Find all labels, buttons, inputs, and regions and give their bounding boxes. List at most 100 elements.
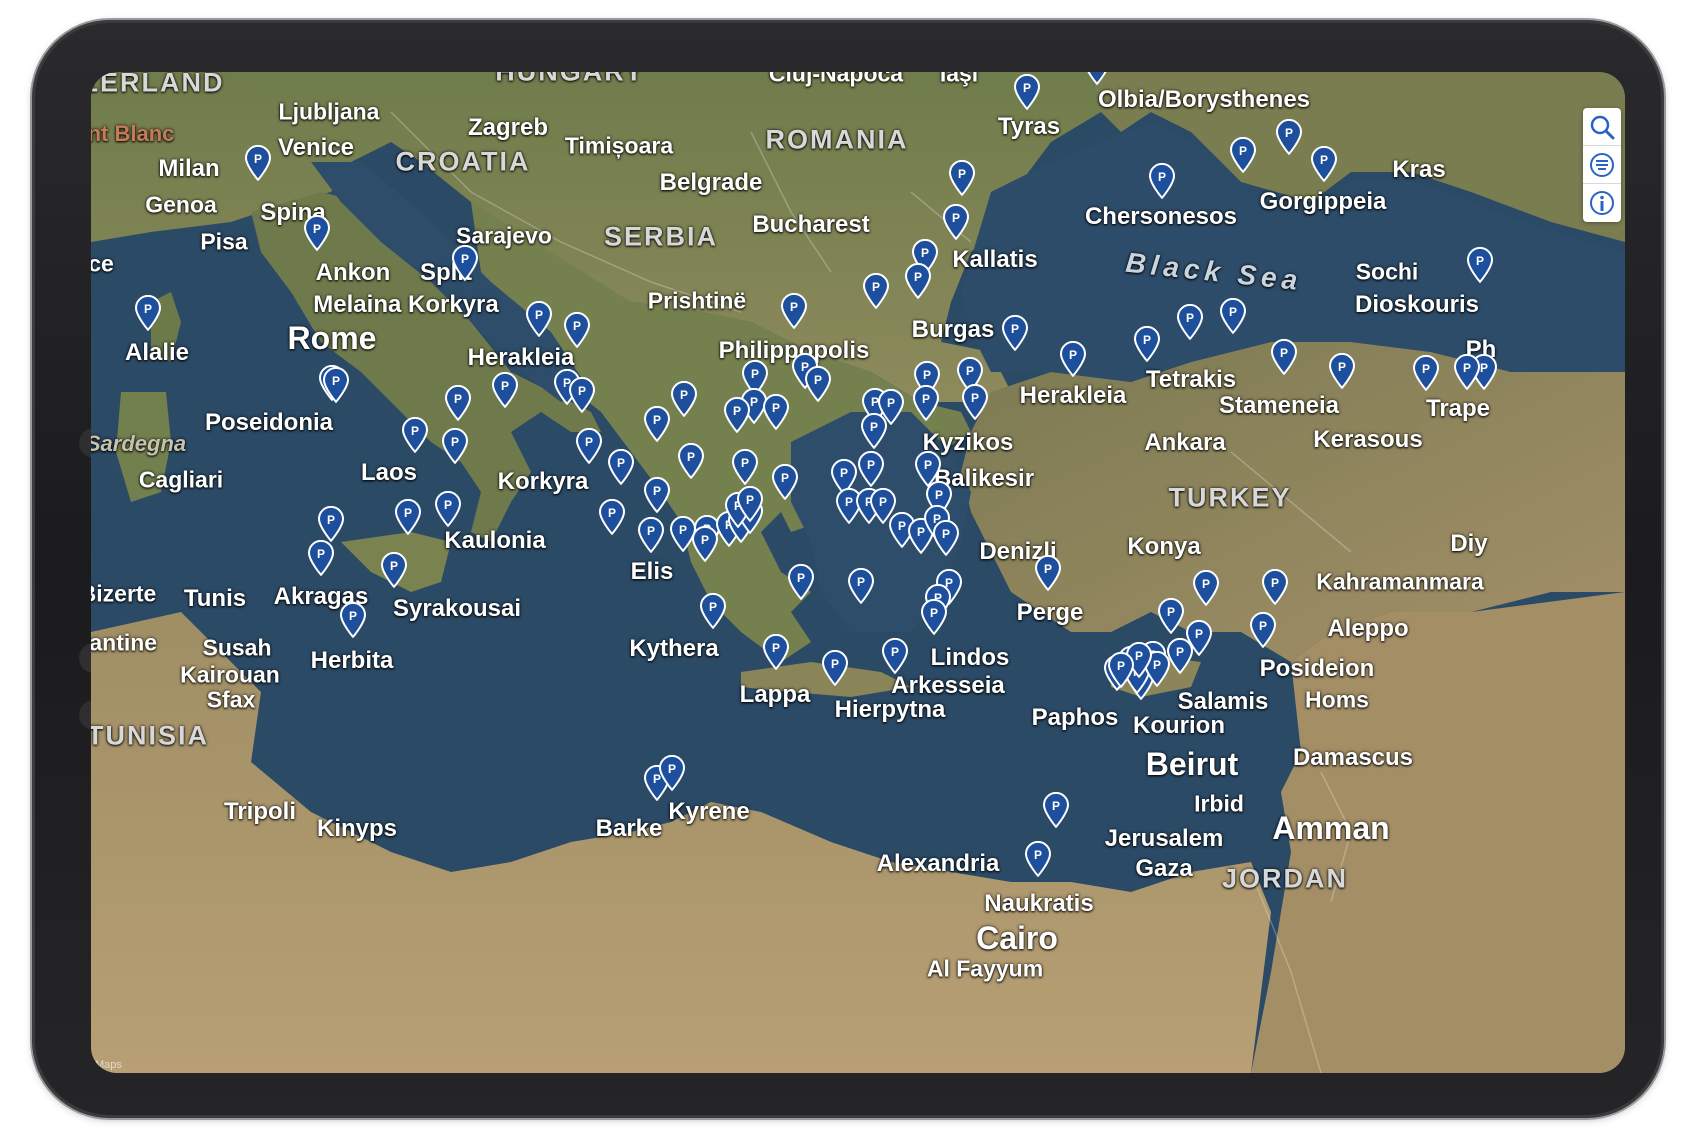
map-pin[interactable]: P	[920, 598, 948, 635]
svg-text:P: P	[872, 280, 880, 294]
map-pin[interactable]: P	[339, 601, 367, 638]
map-pin[interactable]: P	[658, 754, 686, 791]
list-button[interactable]	[1583, 146, 1621, 184]
label-korkyra: Korkyra	[497, 468, 589, 495]
map-pin[interactable]: P	[857, 450, 885, 487]
map-pin[interactable]: P	[847, 567, 875, 604]
info-button[interactable]	[1583, 184, 1621, 222]
map-pin[interactable]: P	[598, 498, 626, 535]
map-pin[interactable]: P	[491, 371, 519, 408]
map-pin[interactable]: P	[1229, 136, 1257, 173]
svg-text:P: P	[444, 498, 452, 512]
map-pin[interactable]: P	[932, 519, 960, 556]
map-pin[interactable]: P	[780, 292, 808, 329]
map-pin[interactable]: P	[677, 442, 705, 479]
label-diy: Diy	[1450, 530, 1488, 557]
map-pin[interactable]: P	[860, 412, 888, 449]
map-pin[interactable]: P	[1001, 314, 1029, 351]
map-pin[interactable]: P	[691, 525, 719, 562]
label-laos: Laos	[360, 459, 418, 486]
map-pin[interactable]: P	[862, 272, 890, 309]
map-pin[interactable]: P	[394, 498, 422, 535]
map-pin[interactable]: P	[444, 384, 472, 421]
map-pin[interactable]: P	[1148, 162, 1176, 199]
map-pin[interactable]: P	[1270, 338, 1298, 375]
map-pin[interactable]: P	[607, 448, 635, 485]
map-pin[interactable]: P	[1107, 651, 1135, 688]
map-pin[interactable]: P	[731, 448, 759, 485]
svg-text:P: P	[313, 222, 321, 236]
map-pin[interactable]: P	[1192, 569, 1220, 606]
map-pin[interactable]: P	[1042, 791, 1070, 828]
map-pin[interactable]: P	[670, 380, 698, 417]
map-pin[interactable]: P	[912, 384, 940, 421]
map-pin[interactable]: P	[1453, 353, 1481, 390]
label-amman: Amman	[1272, 810, 1390, 846]
map-pin[interactable]: P	[401, 416, 429, 453]
map-controls	[1583, 108, 1621, 222]
map-pin[interactable]: P	[244, 144, 272, 181]
map-pin[interactable]: P	[380, 551, 408, 588]
map-pin[interactable]: P	[948, 159, 976, 196]
map-pin[interactable]: P	[1412, 354, 1440, 391]
label-tunisia: TUNISIA	[91, 720, 209, 751]
map-pin[interactable]: P	[1249, 611, 1277, 648]
map-pin[interactable]: P	[1083, 72, 1111, 85]
label-gorgippeia: Gorgippeia	[1259, 188, 1387, 215]
svg-text:P: P	[1135, 649, 1143, 663]
map-pin[interactable]: P	[643, 405, 671, 442]
svg-text:P: P	[1480, 361, 1488, 375]
map-pin[interactable]: P	[1024, 840, 1052, 877]
map-pin[interactable]: P	[307, 539, 335, 576]
map-pin[interactable]: P	[322, 366, 350, 403]
map-pin[interactable]: P	[637, 516, 665, 553]
map-pin[interactable]: P	[762, 393, 790, 430]
map-pin[interactable]: P	[787, 563, 815, 600]
map-pin[interactable]: P	[1133, 325, 1161, 362]
map-pin[interactable]: P	[525, 300, 553, 337]
map-pin[interactable]: P	[1059, 340, 1087, 377]
map-pin[interactable]: P	[451, 244, 479, 281]
map-pin[interactable]: P	[1261, 568, 1289, 605]
map-pin[interactable]: P	[1466, 246, 1494, 283]
label-timisoara: Timișoara	[564, 132, 674, 159]
map-pin[interactable]: P	[1219, 297, 1247, 334]
map-pin[interactable]: P	[575, 427, 603, 464]
map-pin[interactable]: P	[942, 203, 970, 240]
map-pin[interactable]: P	[1013, 73, 1041, 110]
map-pin[interactable]: P	[643, 476, 671, 513]
map-pin[interactable]: P	[723, 396, 751, 433]
map-pin[interactable]: P	[434, 490, 462, 527]
map-pin[interactable]: P	[736, 485, 764, 522]
map-pin[interactable]: P	[563, 311, 591, 348]
map-pin[interactable]: P	[961, 383, 989, 420]
svg-text:P: P	[317, 547, 325, 561]
map-pin[interactable]: P	[1328, 352, 1356, 389]
map-pin[interactable]: P	[1176, 303, 1204, 340]
map-screen[interactable]: ZERLAND nt Blanc Milan Genoa Pisa ce Lju…	[91, 72, 1625, 1073]
svg-text:P: P	[930, 606, 938, 620]
map-pin[interactable]: P	[303, 214, 331, 251]
map-pin[interactable]: P	[568, 376, 596, 413]
map-pin[interactable]: P	[804, 365, 832, 402]
map-pin[interactable]: P	[1157, 597, 1185, 634]
map-pin[interactable]: P	[317, 505, 345, 542]
search-button[interactable]	[1583, 108, 1621, 146]
map-pin[interactable]: P	[881, 637, 909, 674]
label-ce: ce	[91, 250, 114, 277]
label-turkey: TURKEY	[1168, 482, 1292, 513]
label-kinyps: Kinyps	[316, 815, 398, 842]
label-bizerte: Bizerte	[91, 580, 157, 607]
map-pin[interactable]: P	[771, 463, 799, 500]
label-kras: Kras	[1392, 156, 1446, 183]
map-pin[interactable]: P	[1034, 554, 1062, 591]
map-pin[interactable]: P	[1310, 145, 1338, 182]
map-pin[interactable]: P	[762, 633, 790, 670]
map-pin[interactable]: P	[699, 592, 727, 629]
label-belgrade: Belgrade	[659, 169, 763, 196]
map-pin[interactable]: P	[904, 262, 932, 299]
map-pin[interactable]: P	[1275, 118, 1303, 155]
map-pin[interactable]: P	[441, 427, 469, 464]
map-pin[interactable]: P	[134, 294, 162, 331]
map-pin[interactable]: P	[821, 649, 849, 686]
